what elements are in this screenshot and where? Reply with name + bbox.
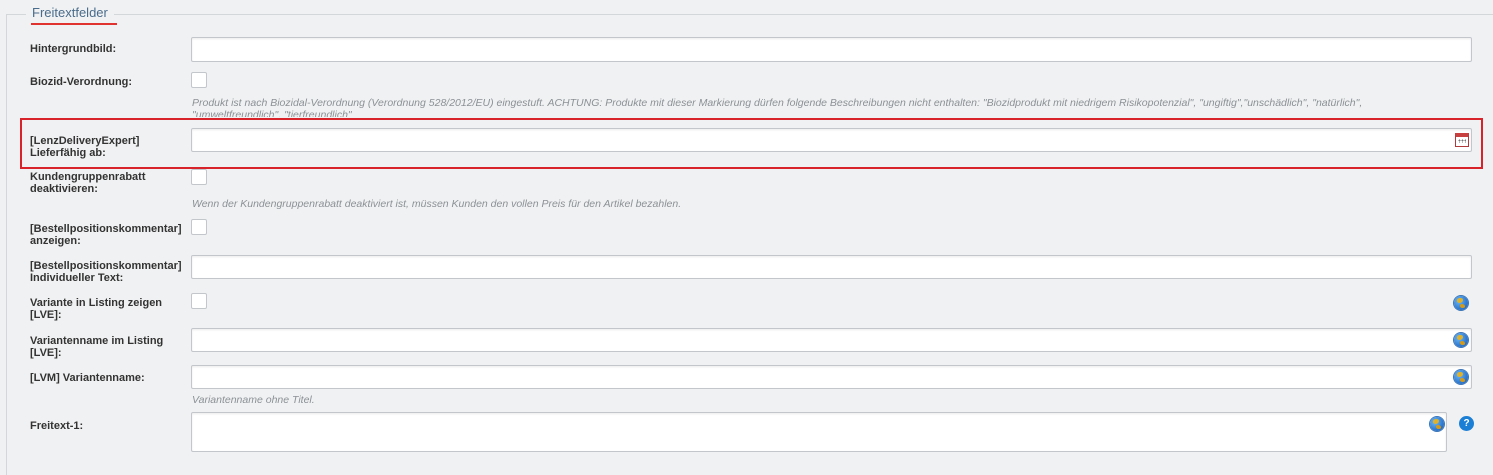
bestellpos-text-label-line1: [Bestellpositionskommentar] — [30, 260, 182, 272]
kundengruppenrabatt-help-text: Wenn der Kundengruppenrabatt deaktiviert… — [192, 198, 682, 210]
question-icon[interactable]: ? — [1459, 416, 1474, 431]
bestellpos-anzeigen-label-line1: [Bestellpositionskommentar] — [30, 223, 182, 235]
kundengruppenrabatt-label: Kundengruppenrabatt deaktivieren: — [30, 171, 188, 195]
globe-icon[interactable] — [1454, 296, 1468, 310]
globe-icon[interactable] — [1430, 417, 1444, 431]
freitext1-label: Freitext-1: — [30, 420, 84, 432]
variante-listing-label-line2: [LVE]: — [30, 309, 62, 321]
variantenname-listing-label-line2: [LVE]: — [30, 347, 62, 359]
bestellpos-text-label: [Bestellpositionskommentar] Individuelle… — [30, 260, 188, 284]
hintergrundbild-label: Hintergrundbild: — [30, 43, 117, 55]
bestellpos-text-input[interactable] — [191, 255, 1472, 279]
highlight-box — [20, 118, 1483, 169]
kundengruppenrabatt-checkbox[interactable] — [191, 169, 207, 185]
lvm-variantenname-input[interactable] — [191, 365, 1472, 389]
freitext1-textarea[interactable] — [191, 412, 1447, 452]
bestellpos-anzeigen-label: [Bestellpositionskommentar] anzeigen: — [30, 223, 188, 247]
kundengruppenrabatt-label-line2: deaktivieren: — [30, 183, 98, 195]
bestellpos-text-label-line2: Individueller Text: — [30, 272, 124, 284]
variante-listing-label-line1: Variante in Listing zeigen — [30, 297, 163, 309]
lvm-variantenname-help-text: Variantenname ohne Titel. — [192, 394, 315, 406]
fieldset-legend: Freitextfelder — [26, 5, 114, 20]
variantenname-listing-label: Variantenname im Listing [LVE]: — [30, 335, 188, 359]
globe-icon[interactable] — [1454, 333, 1468, 347]
globe-icon[interactable] — [1454, 370, 1468, 384]
biozid-label: Biozid-Verordnung: — [30, 76, 133, 88]
legend-underline — [31, 23, 117, 25]
bestellpos-anzeigen-label-line2: anzeigen: — [30, 235, 81, 247]
variantenname-listing-input[interactable] — [191, 328, 1472, 352]
bestellpos-anzeigen-checkbox[interactable] — [191, 219, 207, 235]
variantenname-listing-label-line1: Variantenname im Listing — [30, 335, 164, 347]
biozid-checkbox[interactable] — [191, 72, 207, 88]
kundengruppenrabatt-label-line1: Kundengruppenrabatt — [30, 171, 146, 183]
variante-listing-checkbox[interactable] — [191, 293, 207, 309]
variante-listing-label: Variante in Listing zeigen [LVE]: — [30, 297, 188, 321]
biozid-help-text: Produkt ist nach Biozidal-Verordnung (Ve… — [192, 97, 1363, 117]
hintergrundbild-input[interactable] — [191, 37, 1472, 62]
lvm-variantenname-label: [LVM] Variantenname: — [30, 372, 145, 384]
